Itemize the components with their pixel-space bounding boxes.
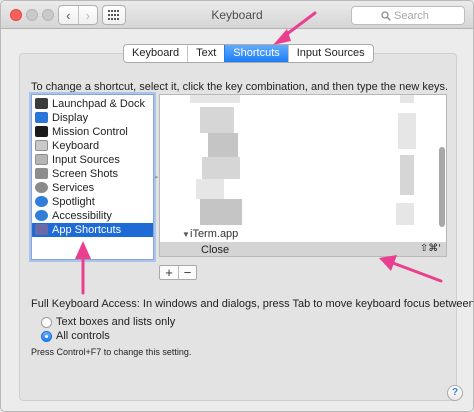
keyboard-preferences-window: ‹ › Keyboard Keyboard Text Shortcuts <box>0 0 474 412</box>
arrow-to-selected-shortcut <box>391 261 443 283</box>
arrowhead-icon <box>75 241 91 259</box>
annotation-arrows <box>75 11 443 295</box>
